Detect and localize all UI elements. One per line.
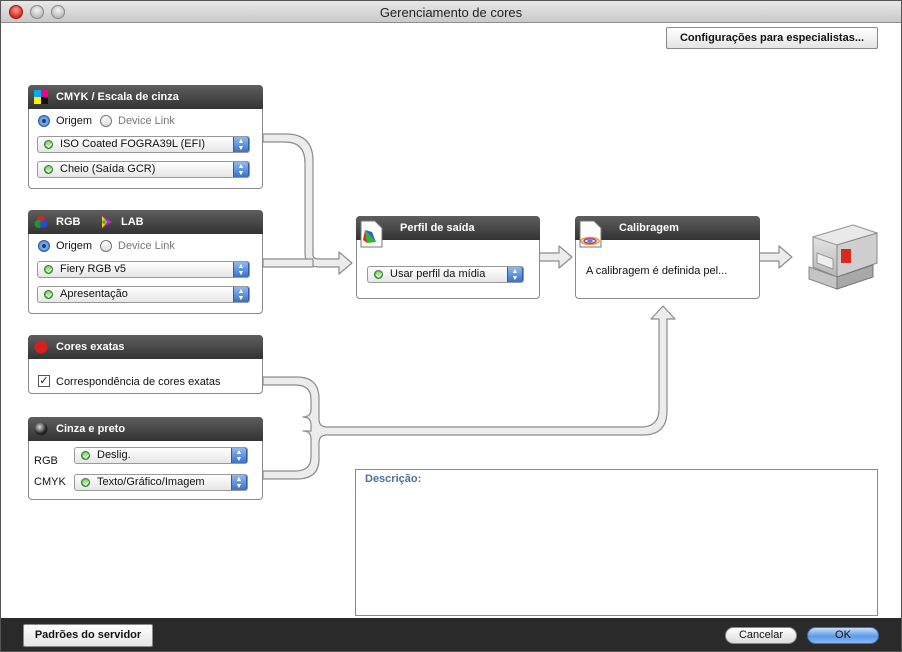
check-icon <box>44 140 53 149</box>
calibration-panel: Calibragem A calibragem é definida pel..… <box>575 216 760 299</box>
output-panel-title: Perfil de saída <box>400 222 475 234</box>
rgb-profile-select[interactable]: Fiery RGB v5 ▲ ▼ <box>37 261 250 278</box>
chevron-updown-icon: ▲ ▼ <box>231 448 247 463</box>
spot-panel-title: Cores exatas <box>56 341 125 353</box>
arrow-rgb-to-output <box>262 258 314 268</box>
cmyk-gcr-select[interactable]: Cheio (Saída GCR) ▲ ▼ <box>37 161 250 178</box>
rgb-panel: RGB LAB Origem Device Link Fiery RGB v5 … <box>28 210 263 314</box>
output-profile-value: Usar perfil da mídia <box>390 268 486 280</box>
output-profile-select[interactable]: Usar perfil da mídia ▲ ▼ <box>367 266 524 283</box>
chevron-updown-icon: ▲ ▼ <box>233 162 249 177</box>
chevron-updown-icon: ▲ ▼ <box>233 287 249 302</box>
rgb-panel-title: RGB <box>56 216 81 228</box>
cmyk-source-label: Origem <box>56 115 93 127</box>
lab-icon <box>102 216 112 228</box>
server-defaults-button[interactable]: Padrões do servidor <box>23 624 153 647</box>
rgb-rendering-select[interactable]: Apresentação ▲ ▼ <box>37 286 250 303</box>
calibration-panel-title: Calibragem <box>619 222 679 234</box>
cmyk-panel-header: CMYK / Escala de cinza <box>28 85 263 109</box>
arrow-spot-gray-to-calib <box>262 305 676 480</box>
rgb-panel-header: RGB LAB <box>28 210 263 234</box>
spot-panel-header: Cores exatas <box>28 335 263 359</box>
cmyk-profile-value: ISO Coated FOGRA39L (EFI) <box>60 138 206 150</box>
color-management-window: Gerenciamento de cores Configurações par… <box>0 0 902 652</box>
cancel-button[interactable]: Cancelar <box>725 627 797 644</box>
gray-rgb-value: Deslig. <box>97 449 131 461</box>
spot-match-label: Correspondência de cores exatas <box>56 376 221 388</box>
ok-button[interactable]: OK <box>807 627 879 644</box>
spot-colors-panel: Cores exatas ✓ Correspondência de cores … <box>28 335 263 394</box>
cmyk-devicelink-radio[interactable] <box>100 115 112 127</box>
rgb-devicelink-radio[interactable] <box>100 240 112 252</box>
gray-cmyk-value: Texto/Gráfico/Imagem <box>97 476 205 488</box>
cmyk-panel: CMYK / Escala de cinza Origem Device Lin… <box>28 85 263 189</box>
gray-rgb-select[interactable]: Deslig. ▲ ▼ <box>74 447 248 464</box>
calibration-panel-header: Calibragem <box>575 216 760 248</box>
gray-panel-header: Cinza e preto <box>28 417 263 441</box>
lab-panel-title: LAB <box>121 216 144 228</box>
chevron-updown-icon: ▲ ▼ <box>233 262 249 277</box>
chevron-updown-icon: ▲ ▼ <box>231 475 247 490</box>
calibration-icon <box>579 220 602 248</box>
output-profile-panel: Perfil de saída Usar perfil da mídia ▲ ▼ <box>356 216 540 299</box>
check-icon <box>81 451 90 460</box>
check-icon <box>44 165 53 174</box>
arrow-output-to-calib <box>538 245 573 269</box>
gray-black-panel: Cinza e preto RGB Deslig. ▲ ▼ CMYK Texto/… <box>28 417 263 500</box>
chevron-updown-icon: ▲ ▼ <box>507 267 523 282</box>
check-icon <box>374 270 383 279</box>
arrow-calib-to-printer <box>758 245 793 269</box>
gray-ball-icon <box>34 422 48 436</box>
cmyk-devicelink-label: Device Link <box>118 115 175 127</box>
cmyk-source-radio[interactable] <box>38 115 50 127</box>
output-panel-header: Perfil de saída <box>356 216 540 248</box>
rgb-icon <box>34 215 48 228</box>
rgb-source-label: Origem <box>56 240 93 252</box>
rgb-source-radio[interactable] <box>38 240 50 252</box>
rgb-rendering-value: Apresentação <box>60 288 128 300</box>
rgb-devicelink-label: Device Link <box>118 240 175 252</box>
check-icon <box>44 290 53 299</box>
spot-color-icon <box>34 340 48 354</box>
arrow-cmyk-to-output <box>262 133 353 275</box>
spot-match-checkbox[interactable]: ✓ <box>38 375 50 387</box>
cmyk-panel-title: CMYK / Escala de cinza <box>56 91 179 103</box>
calibration-text: A calibragem é definida pel... <box>586 265 728 277</box>
cmyk-gcr-value: Cheio (Saída GCR) <box>60 163 156 175</box>
output-profile-icon <box>360 220 383 248</box>
description-box: Descrição: <box>355 469 878 616</box>
gray-panel-title: Cinza e preto <box>56 423 126 435</box>
check-icon <box>44 265 53 274</box>
cmyk-icon <box>34 90 48 104</box>
description-label: Descrição: <box>365 473 422 485</box>
gray-cmyk-label: CMYK <box>34 476 66 488</box>
gray-cmyk-select[interactable]: Texto/Gráfico/Imagem ▲ ▼ <box>74 474 248 491</box>
printer-icon <box>808 224 879 290</box>
rgb-profile-value: Fiery RGB v5 <box>60 263 127 275</box>
gray-rgb-label: RGB <box>34 455 58 467</box>
chevron-updown-icon: ▲ ▼ <box>233 137 249 152</box>
check-icon <box>81 478 90 487</box>
cmyk-profile-select[interactable]: ISO Coated FOGRA39L (EFI) ▲ ▼ <box>37 136 250 153</box>
